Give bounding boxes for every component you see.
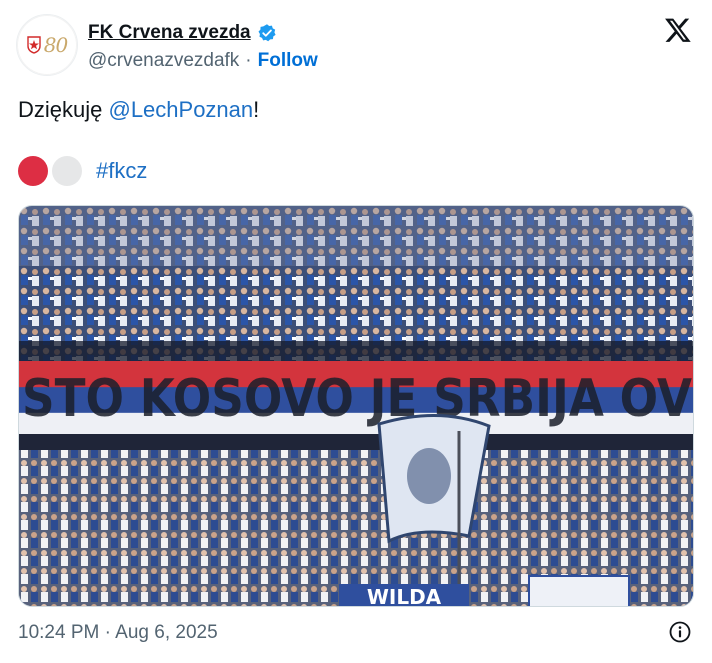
verified-badge-icon[interactable]: [257, 23, 277, 43]
tweet-text-prefix: Dziękuję: [18, 97, 109, 122]
red-circle-emoji: [18, 156, 48, 186]
tweet-header: 80 FK Crvena zvezda @crvenazvezdafk · Fo…: [16, 14, 696, 78]
stadium-photo: STO KOSOVO JE SRBIJA OV WILDA: [19, 206, 693, 607]
avatar-anniversary-mark: 80: [43, 33, 68, 57]
follow-button[interactable]: Follow: [258, 50, 318, 72]
lower-banner-text: WILDA: [367, 585, 442, 607]
white-circle-emoji: [52, 156, 82, 186]
hashtag-link[interactable]: #fkcz: [96, 158, 147, 184]
info-icon[interactable]: [668, 620, 692, 644]
tweet-media-photo[interactable]: STO KOSOVO JE SRBIJA OV WILDA: [18, 205, 694, 607]
author-handle[interactable]: @crvenazvezdafk: [88, 50, 239, 72]
author-name[interactable]: FK Crvena zvezda: [88, 22, 251, 44]
tweet-footer: 10:24 PM · Aug 6, 2025: [18, 620, 694, 646]
mention-link[interactable]: @LechPoznan: [108, 97, 253, 122]
timestamp-link[interactable]: 10:24 PM · Aug 6, 2025: [18, 622, 218, 644]
crest-icon: [27, 36, 41, 54]
tweet-text-suffix: !: [253, 97, 260, 122]
avatar[interactable]: 80: [16, 14, 78, 76]
separator-dot: ·: [245, 50, 252, 71]
emoji-hashtag-row: #fkcz: [18, 156, 147, 186]
x-logo-icon[interactable]: [664, 16, 692, 44]
author-name-row: FK Crvena zvezda: [88, 22, 277, 44]
banner-text: STO KOSOVO JE SRBIJA OV: [22, 369, 692, 429]
tweet-text: Dziękuję @LechPoznan!: [18, 94, 259, 126]
handle-row: @crvenazvezdafk · Follow: [88, 50, 318, 72]
